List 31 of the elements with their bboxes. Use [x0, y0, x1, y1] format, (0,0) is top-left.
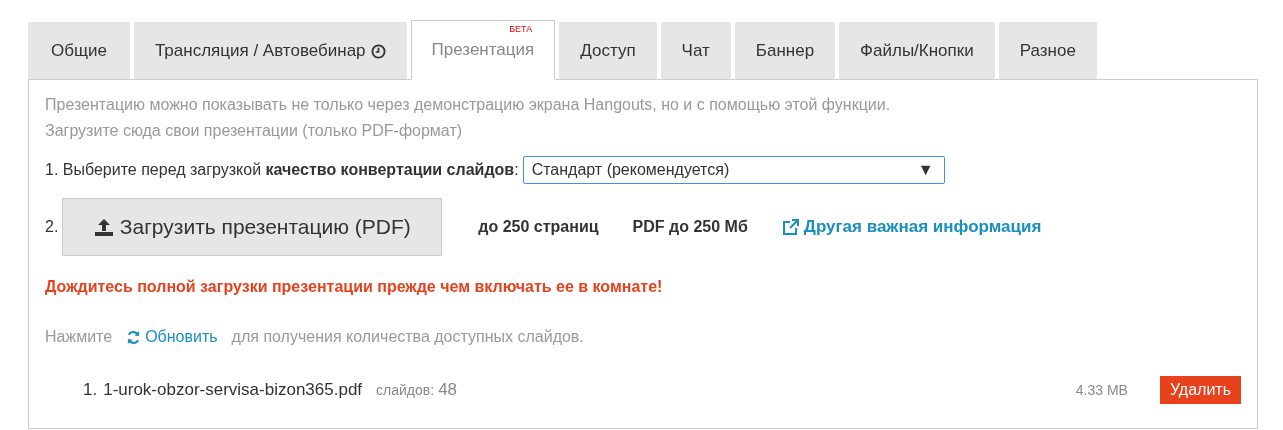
tab[interactable]: Доступ: [559, 22, 657, 80]
step-number: 2.: [45, 218, 59, 236]
file-name: 1-urok-obzor-servisa-bizon365.pdf: [103, 380, 363, 400]
tab[interactable]: Баннер: [734, 22, 836, 80]
intro-text: Загрузите сюда свои презентации (только PDF-формат): [45, 121, 464, 141]
tab[interactable]: Общие: [28, 22, 130, 80]
external-link-icon: [781, 218, 800, 236]
refresh-hint: Нажмите: [45, 328, 113, 346]
size-limit: PDF до 250 Мб: [632, 218, 748, 236]
tab[interactable]: Чат: [660, 22, 731, 80]
refresh-hint: для получения количества доступных слайдов.: [231, 328, 584, 346]
tab[interactable]: Разное: [998, 22, 1097, 80]
intro-text: Презентацию можно показывать не только через демонстрацию экрана Hangouts, но и с помощью этой функции.: [45, 95, 892, 115]
upload-button[interactable]: Загрузить презентацию (PDF): [62, 198, 443, 256]
refresh-link[interactable]: Обновить: [126, 328, 218, 346]
file-size: 4.33 MB: [1075, 382, 1128, 398]
refresh-icon: [126, 329, 142, 345]
upload-icon: [93, 217, 114, 237]
tab[interactable]: БЕТА Презентация: [410, 20, 556, 80]
step-label: 1. Выберите перед загрузкой качество конвертации слайдов:: [45, 161, 519, 179]
file-number: 1.: [83, 380, 98, 400]
quality-select[interactable]: Стандарт (рекомендуется) ▼: [522, 156, 945, 184]
slides-count: 48: [438, 380, 458, 400]
slides-label: слайдов:: [376, 382, 435, 398]
delete-button[interactable]: Удалить: [1159, 376, 1241, 404]
info-link[interactable]: Другая важная информация: [781, 217, 1042, 237]
warning-text: Дождитесь полной загрузки презентации прежде чем включать ее в комнате!: [45, 278, 664, 296]
pages-limit: до 250 страниц: [478, 218, 599, 236]
beta-label: БЕТА: [509, 24, 533, 34]
tab[interactable]: Трансляция / Автовебинар: [133, 22, 407, 80]
tab[interactable]: Файлы/Кнопки: [839, 22, 995, 80]
